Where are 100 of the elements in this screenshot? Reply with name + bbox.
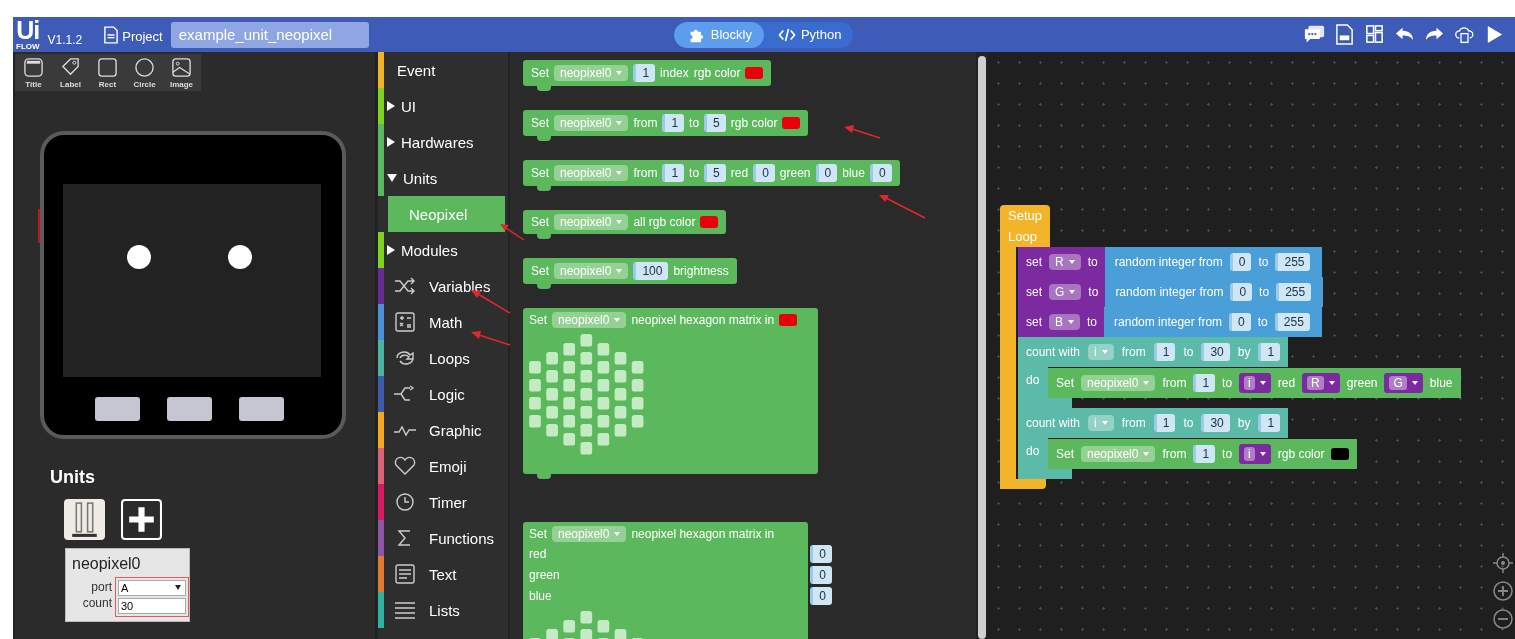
number-field[interactable]: 1 <box>1258 414 1281 432</box>
project-button[interactable]: Project <box>104 25 163 44</box>
value-block[interactable]: random integer from 0 to 255 <box>1104 307 1322 337</box>
block-dropdown[interactable]: B <box>1049 314 1081 330</box>
count-field[interactable]: 30 <box>118 598 186 614</box>
tool-button[interactable]: Circle <box>126 54 163 91</box>
number-field[interactable]: 0 <box>815 164 838 182</box>
color-swatch[interactable] <box>782 117 801 129</box>
block-label: green <box>779 166 811 180</box>
file-icon[interactable] <box>1334 24 1355 45</box>
block-label: from <box>633 166 658 180</box>
block-label: random integer from <box>1114 255 1223 269</box>
port-select[interactable]: A <box>118 580 186 596</box>
chat-icon[interactable] <box>1304 24 1325 45</box>
color-swatch[interactable] <box>745 67 764 79</box>
number-field[interactable]: 1 <box>662 114 685 132</box>
block-label: to <box>1259 285 1270 299</box>
tool-button[interactable]: Rect <box>89 54 126 91</box>
tool-button[interactable]: Image <box>163 54 200 91</box>
number-field[interactable]: 255 <box>1274 313 1310 331</box>
number-field[interactable]: 5 <box>704 114 726 132</box>
number-field[interactable]: 0 <box>869 164 892 182</box>
block-label: to <box>1087 315 1098 329</box>
block-label: rgb color <box>693 66 741 80</box>
number-field[interactable]: 1 <box>1193 445 1216 463</box>
color-swatch[interactable] <box>1331 448 1350 460</box>
value-block[interactable]: random integer from 0 to 255 <box>1104 247 1323 277</box>
number-field[interactable]: 0 <box>810 544 832 563</box>
block-label: red <box>730 166 749 180</box>
block-label: from <box>1121 416 1146 430</box>
category-icon <box>393 276 417 296</box>
number-field[interactable]: 0 <box>1230 283 1253 301</box>
tool-button[interactable]: Label <box>52 54 89 91</box>
tool-icon <box>171 57 192 78</box>
cloud-icon[interactable] <box>1454 24 1475 45</box>
block-dropdown[interactable]: R <box>1049 254 1081 270</box>
mode-tab[interactable]: Python <box>763 21 854 48</box>
code-block[interactable]: Set neopixel0 from 1 to i rgb color <box>1048 439 1358 469</box>
block-label: do <box>1025 443 1041 458</box>
block-label: to <box>689 166 700 180</box>
number-field[interactable]: 1 <box>662 164 685 182</box>
code-block[interactable]: set G to random integer from 0 to 255 <box>1018 277 1324 307</box>
block-label: index <box>660 66 689 80</box>
layout-icon[interactable] <box>1364 24 1385 45</box>
unit-name: neopixel0 <box>72 555 142 573</box>
block-dropdown[interactable]: G <box>1049 284 1082 300</box>
code-block[interactable]: count with i from 1 to 30 by 1 do Set neopixel0 from 1 to i red R green G blue <box>1018 337 1461 408</box>
zoom-out-icon[interactable] <box>1493 609 1513 629</box>
scrollbar[interactable] <box>978 56 986 639</box>
number-field[interactable]: 1 <box>1153 343 1176 361</box>
annotation-arrow <box>471 290 511 314</box>
count-label: count <box>82 595 112 611</box>
block-label: green <box>529 567 560 582</box>
number-field[interactable]: 0 <box>1229 313 1251 331</box>
number-field[interactable]: 1 <box>1258 343 1281 361</box>
tool-icon <box>97 57 118 78</box>
block-label: to <box>1183 416 1194 430</box>
code-icon <box>777 26 796 43</box>
number-field[interactable]: 1 <box>1153 414 1176 432</box>
tool-icon <box>60 57 81 78</box>
block-label: random integer from <box>1114 315 1223 329</box>
logo-text: Ui <box>16 18 40 43</box>
number-field[interactable]: 1 <box>1193 374 1216 392</box>
code-block[interactable]: Set neopixel0 from 1 to i red R green G blue <box>1048 368 1461 398</box>
number-field[interactable]: 30 <box>1201 343 1230 361</box>
category-icon <box>393 600 417 620</box>
number-field[interactable]: 5 <box>704 164 726 182</box>
color-swatch[interactable] <box>700 216 719 228</box>
zoom-in-icon[interactable] <box>1493 581 1513 601</box>
block-label: from <box>1162 447 1187 461</box>
block-label: Set <box>529 527 547 541</box>
number-field[interactable]: 0 <box>810 565 832 584</box>
block-label: to <box>689 116 700 130</box>
block-label: count with <box>1026 345 1081 359</box>
block-label: to <box>1088 285 1099 299</box>
block-label: blue <box>842 166 865 180</box>
code-block[interactable]: count with i from 1 to 30 by 1 do Set neopixel0 from 1 to i rgb color <box>1018 408 1358 479</box>
number-field[interactable]: 0 <box>1229 253 1252 271</box>
block-label: to <box>1183 345 1194 359</box>
port-label: port <box>91 579 112 595</box>
number-field[interactable]: 0 <box>810 586 832 605</box>
code-block[interactable]: set R to random integer from 0 to 255 <box>1018 247 1323 277</box>
number-field[interactable]: 255 <box>1275 253 1311 271</box>
block-label: green <box>1346 376 1378 390</box>
number-field[interactable]: 255 <box>1276 283 1312 301</box>
number-field[interactable]: 100 <box>633 262 669 280</box>
category-icon <box>393 312 417 332</box>
color-swatch[interactable] <box>779 314 798 326</box>
add-unit-icon[interactable] <box>121 499 162 540</box>
block-label: blue <box>1429 376 1453 390</box>
number-field[interactable]: 1 <box>633 64 656 82</box>
code-block[interactable]: set B to random integer from 0 to 255 <box>1018 307 1322 337</box>
number-field[interactable]: 0 <box>753 164 775 182</box>
neopixel-unit-icon[interactable] <box>64 499 105 540</box>
value-block[interactable]: random integer from 0 to 255 <box>1105 277 1324 307</box>
recenter-icon[interactable] <box>1493 553 1513 573</box>
category-icon <box>393 492 417 512</box>
annotation-arrow <box>844 125 881 139</box>
tool-button[interactable]: Title <box>15 54 52 91</box>
number-field[interactable]: 30 <box>1201 414 1230 432</box>
